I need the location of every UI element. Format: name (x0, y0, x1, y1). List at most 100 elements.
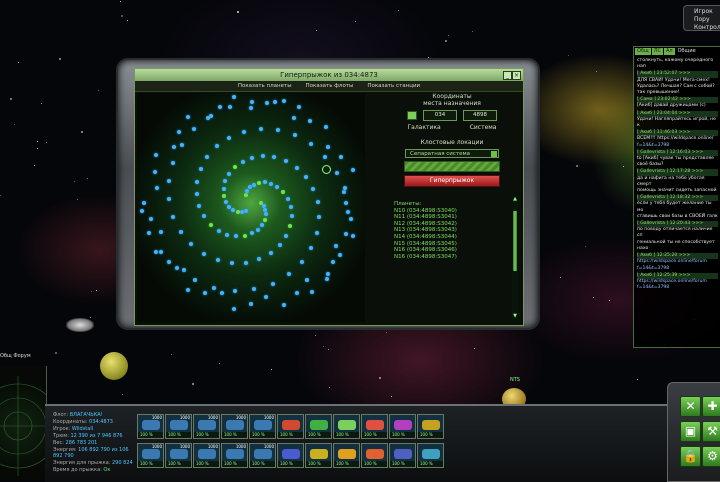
scroll-thumb[interactable] (513, 211, 517, 271)
star-system[interactable] (315, 230, 320, 235)
module-slot[interactable]: 1000 100 % (193, 414, 220, 439)
star-system[interactable] (226, 171, 231, 176)
star-system[interactable] (348, 216, 353, 221)
star-system[interactable] (198, 167, 203, 172)
module-slot[interactable]: 1000 100 % (249, 443, 276, 468)
star-system[interactable] (232, 95, 237, 100)
star-system[interactable] (294, 165, 299, 170)
star-system[interactable] (344, 201, 348, 205)
list-item[interactable]: N15 (034:4898:S3045) (394, 241, 511, 248)
star-system[interactable] (166, 179, 171, 184)
galaxy-input[interactable]: 034 (423, 110, 457, 121)
star-system[interactable] (208, 222, 213, 227)
star-system[interactable] (234, 234, 239, 239)
system-input[interactable]: 4898 (463, 110, 497, 121)
coords-icon[interactable] (407, 111, 417, 120)
star-system[interactable] (242, 233, 247, 238)
star-system[interactable] (323, 154, 328, 159)
star-system[interactable] (192, 127, 197, 132)
star-system[interactable] (260, 222, 265, 227)
move-icon[interactable]: ✚ (702, 396, 720, 417)
star-system[interactable] (251, 182, 256, 187)
star-system[interactable] (174, 266, 179, 271)
module-slot[interactable]: 1000 100 % (193, 443, 220, 468)
settings-icon[interactable]: ⚙ (702, 446, 720, 467)
star-system[interactable] (272, 155, 277, 160)
module-slot[interactable]: 100 % (361, 443, 388, 468)
chat-tab-general[interactable]: Общ (635, 48, 651, 55)
star-system[interactable] (263, 207, 268, 212)
shortcut-select[interactable]: Сепаратная система (405, 149, 499, 158)
star-system[interactable] (177, 129, 182, 134)
star-system[interactable] (350, 167, 355, 172)
list-item[interactable]: N11 (034:4898:S3041) (394, 214, 511, 221)
star-system[interactable] (185, 114, 190, 119)
star-system[interactable] (342, 185, 347, 190)
close-icon[interactable]: × (512, 71, 521, 80)
star-system[interactable] (167, 197, 172, 202)
star-system[interactable] (155, 186, 160, 191)
star-system[interactable] (194, 192, 199, 197)
station-icon[interactable] (66, 318, 94, 332)
module-slot[interactable]: 1000 100 % (249, 414, 276, 439)
module-slot[interactable]: 1000 100 % (137, 414, 164, 439)
star-system[interactable] (189, 242, 194, 247)
star-system[interactable] (250, 155, 254, 160)
star-system[interactable] (240, 210, 245, 215)
module-slot[interactable]: 1000 100 % (165, 414, 192, 439)
star-system[interactable] (275, 128, 280, 133)
star-system[interactable] (247, 185, 252, 190)
star-system[interactable] (255, 227, 260, 232)
star-system[interactable] (147, 230, 152, 235)
chat-tab-alliance[interactable]: Ал (664, 48, 675, 55)
list-item[interactable]: N16 (034:4898:S3047) (394, 254, 511, 261)
star-system[interactable] (152, 169, 157, 174)
planet-list-scrollbar[interactable]: ▲ ▼ (512, 197, 518, 319)
star-system[interactable] (140, 208, 145, 213)
star-system[interactable] (317, 215, 322, 220)
lock-icon[interactable]: 🔒 (680, 446, 701, 467)
star-system[interactable] (324, 125, 329, 130)
star-system[interactable] (308, 119, 313, 124)
star-system[interactable] (344, 231, 349, 236)
star-system[interactable] (244, 192, 248, 197)
list-item[interactable]: N13 (034:4898:S3043) (394, 227, 511, 234)
star-system[interactable] (294, 290, 299, 295)
star-system[interactable] (326, 272, 331, 277)
module-slot[interactable]: 100 % (277, 443, 304, 468)
star-system[interactable] (228, 105, 233, 110)
star-system[interactable] (264, 212, 268, 217)
star-system[interactable] (281, 190, 286, 195)
star-system[interactable] (171, 160, 176, 165)
module-slot[interactable]: 1000 100 % (137, 443, 164, 468)
window-titlebar[interactable]: Гиперпрыжок из 034:4873 _ × (135, 69, 523, 81)
star-system[interactable] (203, 291, 208, 296)
module-slot[interactable]: 100 % (305, 443, 332, 468)
star-system[interactable] (291, 116, 296, 121)
module-slot[interactable]: 100 % (417, 443, 444, 468)
galaxy-map[interactable] (137, 93, 365, 322)
star-system[interactable] (345, 210, 350, 215)
star-system[interactable] (262, 180, 267, 185)
star-system[interactable] (293, 133, 298, 138)
radar-tabs[interactable]: Общ Форум (0, 353, 31, 359)
show-fleets-link[interactable]: Показать флоты (306, 81, 354, 91)
star-system[interactable] (232, 288, 237, 293)
star-system[interactable] (263, 217, 268, 222)
star-system[interactable] (304, 277, 309, 282)
star-system[interactable] (244, 209, 248, 214)
chat-message-text[interactable]: f=14&t=3798 (637, 285, 718, 291)
star-system[interactable] (149, 216, 154, 221)
star-system[interactable] (273, 99, 278, 104)
star-system[interactable] (324, 276, 329, 281)
module-slot[interactable]: 1000 100 % (221, 414, 248, 439)
cargo-icon[interactable]: ▣ (680, 421, 701, 442)
star-system[interactable] (232, 165, 237, 170)
chat-tab-private[interactable]: ЛС (651, 48, 663, 55)
star-system[interactable] (283, 159, 288, 164)
star-system[interactable] (263, 294, 268, 299)
star-system[interactable] (195, 180, 200, 184)
star-system[interactable] (235, 209, 240, 214)
module-slot[interactable]: 100 % (389, 443, 416, 468)
star-system[interactable] (257, 257, 262, 262)
